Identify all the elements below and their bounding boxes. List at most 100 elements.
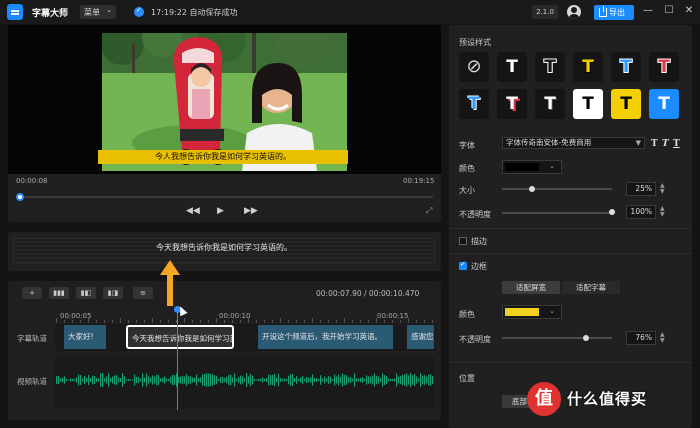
text-color-picker[interactable]: ⌄ (502, 160, 562, 174)
split-button[interactable]: ▮▮▮ (49, 287, 69, 299)
ruler-tick (432, 320, 433, 323)
ruler-tick (288, 320, 289, 323)
divider (449, 253, 692, 254)
opacity-value[interactable]: 100% (626, 205, 656, 219)
stroke-checkbox[interactable] (459, 237, 467, 245)
forward-button[interactable]: ▶▶ (244, 206, 258, 216)
font-select[interactable]: 字体传奇南安体-免费商用 ▼ (502, 137, 645, 149)
preset-style-tile[interactable]: T (649, 89, 679, 119)
subtitle-clip[interactable]: 感谢您 (407, 325, 434, 349)
border-opacity-slider[interactable] (502, 337, 612, 339)
current-time: 00:00:08 (16, 177, 48, 185)
border-color-label: 颜色 (459, 310, 475, 319)
preset-style-tile[interactable]: T (497, 52, 527, 82)
border-opacity-value[interactable]: 76% (626, 331, 656, 345)
user-avatar-icon[interactable] (567, 5, 581, 19)
ruler-tick (128, 320, 129, 323)
version-badge: 2.1.0 (532, 5, 558, 19)
ruler-tick (256, 320, 257, 323)
subtitle-clip-selected[interactable]: 今天我想告诉你我是如何学习英语的。 (126, 325, 234, 349)
ruler-tick (328, 320, 329, 323)
preset-style-tile[interactable]: T (535, 89, 565, 119)
italic-text-icon[interactable]: T (662, 139, 669, 149)
ruler-tick (104, 320, 105, 323)
ruler-tick (72, 320, 73, 323)
progress-track[interactable] (17, 196, 433, 198)
opacity-stepper[interactable]: ▲ ▼ (660, 206, 665, 218)
subtitle-clip[interactable]: 大家好! (64, 325, 106, 349)
video-subtitle-overlay: 今人我想告诉你我是如何学习英语的。 (98, 150, 348, 164)
ruler-tick (280, 318, 281, 323)
position-bottom-label: 底部 (512, 397, 527, 406)
minimize-button[interactable]: — (641, 4, 655, 18)
bold-text-icon[interactable]: T (651, 139, 658, 149)
border-opacity-stepper[interactable]: ▲ ▼ (660, 332, 665, 344)
preset-style-tile[interactable]: T (611, 52, 641, 82)
check-icon (134, 6, 144, 17)
rewind-button[interactable]: ◀◀ (186, 206, 200, 216)
timeline-ruler[interactable]: 00:00:05 00:00:10 00:00:15 (56, 308, 436, 324)
preset-style-tile[interactable]: T (649, 52, 679, 82)
fit-subtitle-button[interactable]: 适配字幕 (562, 281, 620, 294)
preset-style-tile[interactable]: T (573, 89, 603, 119)
size-stepper[interactable]: ▲ ▼ (660, 183, 665, 195)
audio-waveform[interactable] (56, 365, 434, 395)
border-checkbox[interactable]: ✓ (459, 260, 467, 270)
playhead[interactable] (177, 310, 178, 410)
border-color-picker[interactable]: ⌄ (502, 305, 562, 319)
menu-button[interactable]: 菜单 ⌄ (80, 5, 116, 19)
merge-right-button[interactable]: ▮◨ (103, 287, 123, 299)
preset-style-tile[interactable]: T (497, 89, 527, 119)
border-label: 边框 (471, 262, 487, 271)
list-button[interactable]: ≡ (133, 287, 153, 299)
ruler-label: 00:00:15 (377, 312, 409, 320)
size-slider-handle[interactable] (528, 186, 535, 192)
chevron-down-icon: ⌄ (106, 6, 112, 14)
preset-style-tile[interactable]: T (611, 89, 641, 119)
fit-screen-width-button[interactable]: 适配屏宽 (502, 281, 560, 294)
preset-style-tile[interactable]: T (459, 89, 489, 119)
border-opacity-label: 不透明度 (459, 335, 491, 344)
size-value[interactable]: 25% (626, 182, 656, 196)
ruler-tick (376, 318, 377, 323)
opacity-slider-handle[interactable] (609, 209, 615, 215)
divider (449, 228, 692, 229)
export-icon (599, 6, 607, 17)
fullscreen-icon[interactable]: ⤢ (426, 206, 432, 216)
subtitle-clip[interactable]: 开设这个频道后，我开始学习英语。 (258, 325, 393, 349)
add-subtitle-button[interactable]: + (22, 287, 42, 299)
size-slider[interactable] (502, 188, 612, 190)
ruler-tick (248, 318, 249, 323)
save-status: 17:19:22 自动保存成功 (151, 8, 238, 17)
font-select-value: 字体传奇南安体-免费商用 (506, 138, 592, 147)
position-label: 位置 (459, 374, 475, 383)
preset-style-tile[interactable]: T (535, 52, 565, 82)
watermark-logo: 值 (527, 382, 561, 416)
stroke-label: 描边 (471, 237, 487, 246)
ruler-tick (192, 320, 193, 323)
progress-handle[interactable] (16, 193, 24, 201)
timeline-time-readout: 00:00:07.90 / 00:00:10.470 (316, 289, 420, 298)
export-button-label: 导出 (609, 8, 625, 17)
opacity-slider[interactable] (502, 212, 612, 214)
maximize-button[interactable]: ☐ (662, 4, 676, 18)
no-style-preset-icon[interactable]: ⊘ (459, 52, 489, 82)
up-arrow-icon (160, 260, 180, 306)
watermark-text: 什么值得买 (567, 390, 648, 408)
underline-text-icon[interactable]: T (673, 139, 680, 149)
chevron-down-icon: ▼ (635, 139, 641, 147)
close-button[interactable]: ✕ (682, 4, 696, 18)
play-button[interactable]: ▶ (217, 206, 224, 216)
ruler-tick (224, 320, 225, 323)
subtitle-text: 今天我想告诉你我是如何学习英语的。 (156, 243, 292, 252)
preset-style-tile[interactable]: T (573, 52, 603, 82)
color-label: 颜色 (459, 164, 475, 173)
ruler-tick (80, 320, 81, 323)
export-button[interactable]: 导出 (594, 5, 634, 20)
ruler-tick (360, 320, 361, 323)
merge-left-button[interactable]: ▮◧ (76, 287, 96, 299)
ruler-label: 00:00:10 (219, 312, 251, 320)
ruler-tick (208, 320, 209, 323)
ruler-tick (144, 320, 145, 323)
ruler-tick (336, 320, 337, 323)
